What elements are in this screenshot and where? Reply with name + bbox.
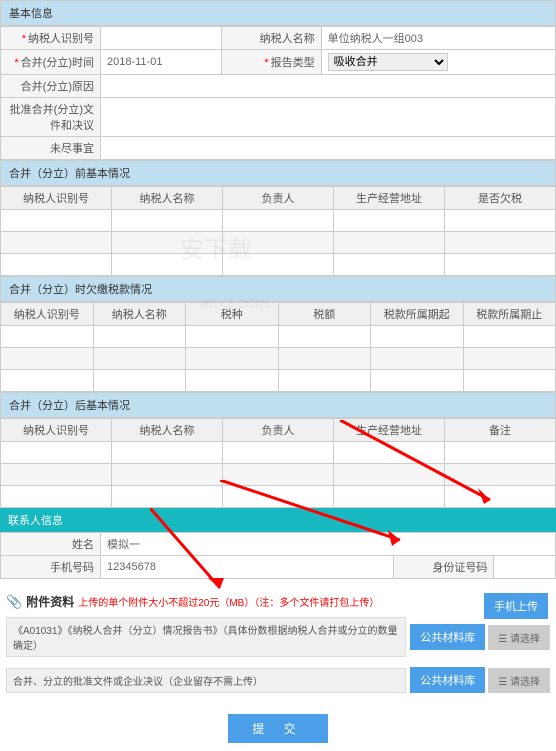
field-contact-id[interactable] (494, 556, 556, 579)
attach-row-1-label: 《A01031》《纳税人合并（分立）情况报告书》（具体份数根据纳税人合并或分立的… (6, 617, 406, 657)
col-after-2: 负责人 (223, 419, 334, 442)
col-arr-3: 税额 (278, 303, 371, 326)
label-taxpayer-id: 纳税人识别号 (28, 33, 94, 45)
public-library-button[interactable]: 公共材料库 (410, 667, 485, 693)
grid-after: 纳税人识别号 纳税人名称 负责人 生产经营地址 备注 (0, 418, 556, 508)
select-report-type[interactable]: 吸收合并 (328, 53, 448, 71)
table-row[interactable] (1, 442, 556, 464)
grid-before: 纳税人识别号 纳税人名称 负责人 生产经营地址 是否欠税 (0, 186, 556, 276)
table-row[interactable] (1, 464, 556, 486)
field-taxpayer-id[interactable] (101, 27, 222, 50)
section-after: 合并（分立）后基本情况 (0, 392, 556, 418)
paperclip-icon: 📎 (6, 594, 22, 610)
label-approval-doc: 批准合并(分立)文件和决议 (10, 104, 94, 132)
col-after-3: 生产经营地址 (334, 419, 445, 442)
field-merge-reason[interactable] (101, 75, 556, 98)
section-before: 合并（分立）前基本情况 (0, 160, 556, 186)
col-arr-5: 税款所属期止 (463, 303, 556, 326)
attach-note: 上传的单个附件大小不超过20元（MB）（注：多个文件请打包上传） (78, 594, 379, 609)
table-row[interactable] (1, 210, 556, 232)
table-row[interactable] (1, 348, 556, 370)
table-row[interactable] (1, 232, 556, 254)
col-after-0: 纳税人识别号 (1, 419, 112, 442)
col-arr-2: 税种 (186, 303, 279, 326)
attach-section: 📎 附件资料 上传的单个附件大小不超过20元（MB）（注：多个文件请打包上传） … (0, 587, 556, 706)
select-file-button[interactable]: ☰ 请选择 (488, 668, 550, 693)
label-contact-id: 身份证号码 (432, 562, 487, 574)
label-report-type: 报告类型 (271, 57, 315, 69)
contact-form: 姓名 模拟一 手机号码 12345678 身份证号码 (0, 532, 556, 579)
field-merge-date[interactable]: 2018-11-01 (101, 50, 222, 75)
label-merge-reason: 合并(分立)原因 (21, 81, 94, 93)
section-arrears: 合并（分立）时欠缴税款情况 (0, 276, 556, 302)
label-contact-name: 姓名 (72, 539, 94, 551)
attach-title: 附件资料 (26, 593, 74, 610)
field-contact-name[interactable]: 模拟一 (101, 533, 556, 556)
section-basic: 基本信息 (0, 0, 556, 26)
label-merge-date: 合并(分立)时间 (21, 57, 94, 69)
field-contact-phone[interactable]: 12345678 (101, 556, 394, 579)
table-row[interactable] (1, 486, 556, 508)
col-before-1: 纳税人名称 (112, 187, 223, 210)
attach-row-2-label: 合并、分立的批准文件或企业决议（企业留存不需上传） (6, 668, 406, 693)
phone-upload-button[interactable]: 手机上传 (484, 593, 548, 619)
label-taxpayer-name: 纳税人名称 (260, 33, 315, 45)
label-pending: 未尽事宜 (50, 143, 94, 155)
table-row[interactable] (1, 254, 556, 276)
col-after-4: 备注 (445, 419, 556, 442)
col-before-2: 负责人 (223, 187, 334, 210)
section-contact: 联系人信息 (0, 508, 556, 532)
col-before-4: 是否欠税 (445, 187, 556, 210)
col-arr-1: 纳税人名称 (93, 303, 186, 326)
field-taxpayer-name[interactable]: 单位纳税人一组003 (321, 27, 555, 50)
grid-arrears: 纳税人识别号 纳税人名称 税种 税额 税款所属期起 税款所属期止 (0, 302, 556, 392)
col-arr-0: 纳税人识别号 (1, 303, 94, 326)
table-row[interactable] (1, 370, 556, 392)
select-file-button[interactable]: ☰ 请选择 (488, 625, 550, 650)
submit-button[interactable]: 提 交 (228, 714, 327, 743)
col-before-3: 生产经营地址 (334, 187, 445, 210)
field-approval-doc[interactable] (101, 98, 556, 137)
col-after-1: 纳税人名称 (112, 419, 223, 442)
public-library-button[interactable]: 公共材料库 (410, 624, 485, 650)
table-row[interactable] (1, 326, 556, 348)
col-before-0: 纳税人识别号 (1, 187, 112, 210)
basic-form: *纳税人识别号 纳税人名称 单位纳税人一组003 *合并(分立)时间 2018-… (0, 26, 556, 160)
col-arr-4: 税款所属期起 (371, 303, 464, 326)
label-contact-phone: 手机号码 (50, 562, 94, 574)
field-pending[interactable] (101, 137, 556, 160)
